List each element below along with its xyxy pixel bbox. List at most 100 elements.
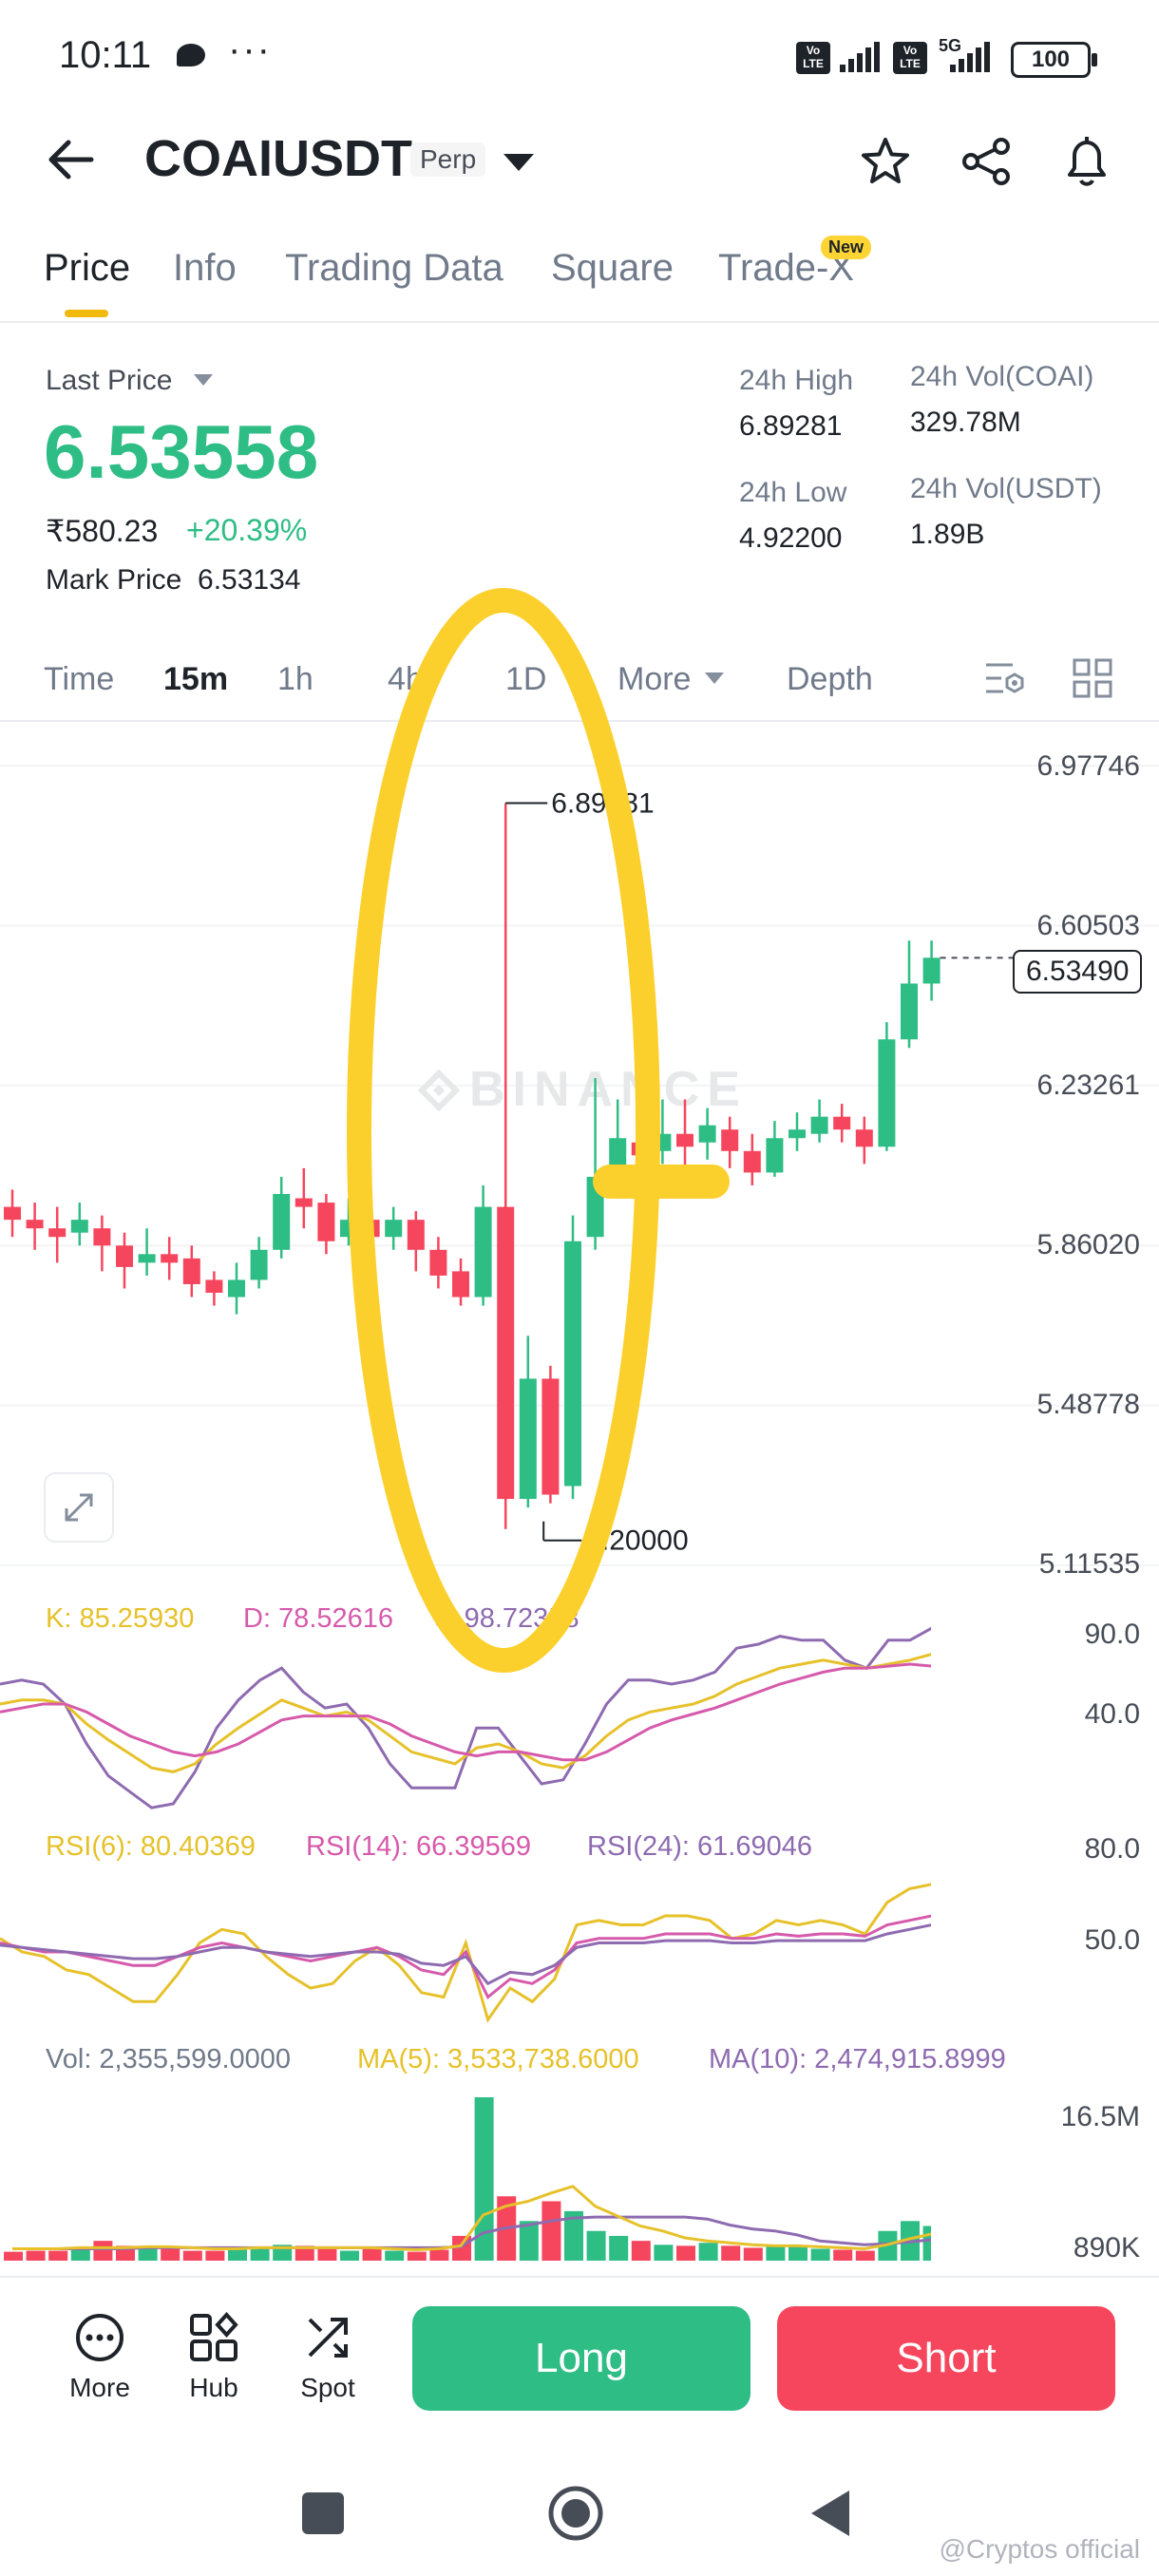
volume-bar [161, 2247, 180, 2261]
more-notifications-icon: ··· [228, 28, 272, 70]
candle-body [294, 1198, 313, 1207]
expand-icon [65, 1493, 93, 1522]
signal-icon [840, 42, 883, 72]
rsi-chart [0, 1883, 931, 2023]
symbol-title[interactable]: COAIUSDT [144, 129, 412, 188]
price-axis-label: 5.86020 [1036, 1229, 1140, 1260]
kdj-axis: 90.0 [1084, 1619, 1140, 1650]
tf-15m[interactable]: 15m [163, 661, 228, 698]
volume-bar [654, 2245, 674, 2261]
tab-square[interactable]: Square [551, 247, 674, 290]
candlestick-chart[interactable]: BINANCE 6.89281 5.20000 [0, 722, 1159, 1596]
active-tab-indicator [65, 310, 108, 317]
last-price-dropdown-icon[interactable] [194, 374, 213, 386]
volume-bar [788, 2246, 808, 2261]
vol-coai-value: 329.78M [910, 407, 1021, 438]
hub-button[interactable] [188, 2312, 239, 2368]
volume-bar [631, 2241, 651, 2261]
kdj-axis: 40.0 [1084, 1698, 1140, 1730]
favorite-button[interactable] [859, 135, 912, 193]
candle-body [609, 1138, 627, 1182]
candle-body [833, 1116, 851, 1130]
volume-bar [810, 2248, 830, 2261]
tf-time[interactable]: Time [44, 661, 114, 698]
candle-body [116, 1245, 133, 1267]
candle-body [855, 1129, 873, 1147]
spot-button[interactable] [302, 2312, 353, 2368]
binance-watermark: BINANCE [417, 1062, 748, 1117]
mark-price-value: 6.53134 [198, 564, 301, 596]
volte-icon: Vo LTE [796, 42, 830, 74]
tab-trading-data[interactable]: Trading Data [285, 247, 504, 290]
hub-label[interactable]: Hub [171, 2373, 256, 2403]
spot-label[interactable]: Spot [285, 2373, 370, 2403]
layout-button[interactable] [1072, 657, 1113, 704]
more-button[interactable] [74, 2312, 125, 2368]
tf-1d[interactable]: 1D [505, 661, 546, 698]
candle-body [385, 1220, 403, 1238]
volume-bar [26, 2250, 46, 2261]
candle-body [182, 1258, 200, 1284]
price-axis-label: 6.60503 [1036, 910, 1140, 941]
symbol-dropdown-icon[interactable] [504, 154, 534, 171]
volume-bar [609, 2235, 629, 2261]
volume-bar [48, 2250, 68, 2261]
volume-bar [4, 2251, 23, 2261]
tf-depth[interactable]: Depth [787, 661, 873, 698]
back-nav-button[interactable] [809, 2489, 851, 2543]
volume-bar [676, 2245, 695, 2261]
last-price-label[interactable]: Last Price [46, 365, 172, 397]
volume-bar [70, 2248, 90, 2261]
current-price-tag: 6.53490 [1013, 950, 1143, 994]
candle-body [452, 1271, 469, 1297]
candle-body [93, 1228, 111, 1246]
vol-usdt-value: 1.89B [910, 519, 985, 550]
volume-bar [93, 2241, 113, 2261]
candle-body [654, 1133, 672, 1151]
candle-body [810, 1116, 828, 1134]
volume-bar [385, 2250, 405, 2261]
volume-bar [250, 2248, 270, 2261]
candle-body [922, 957, 940, 984]
volume-bar [922, 2226, 931, 2261]
alert-button[interactable] [1060, 133, 1113, 195]
candle-body [474, 1206, 492, 1297]
candle-body [340, 1220, 357, 1238]
rsi-axis: 50.0 [1084, 1924, 1140, 1956]
tab-price[interactable]: Price [44, 247, 130, 290]
share-button[interactable] [960, 135, 1013, 193]
back-button[interactable] [46, 139, 95, 185]
chat-notification-icon [177, 44, 205, 66]
fullscreen-button[interactable] [44, 1472, 114, 1543]
long-button[interactable]: Long [412, 2306, 750, 2411]
price-axis-label: 6.97746 [1036, 750, 1140, 782]
tf-more[interactable]: More [618, 661, 691, 698]
price-change-percent: +20.39% [186, 513, 308, 547]
watermark-text: BINANCE [469, 1062, 748, 1117]
back-arrow-icon [48, 140, 94, 180]
candle-body [631, 1142, 649, 1156]
candle-body [564, 1241, 581, 1487]
candle-body [70, 1220, 88, 1233]
star-icon [862, 138, 909, 183]
short-button[interactable]: Short [777, 2306, 1115, 2411]
low-value: 4.92200 [739, 522, 843, 554]
recent-apps-button[interactable] [302, 2492, 344, 2534]
home-button[interactable] [547, 2485, 604, 2547]
indicator-settings-button[interactable] [982, 657, 1028, 704]
new-badge: New [821, 236, 872, 259]
more-label[interactable]: More [57, 2373, 142, 2403]
tab-info[interactable]: Info [173, 247, 237, 290]
volume-bar [833, 2249, 853, 2261]
tf-more-dropdown-icon[interactable] [705, 672, 724, 684]
kdj-chart [0, 1626, 931, 1809]
vol-usdt-label: 24h Vol(USDT) [910, 473, 1102, 504]
candle-body [362, 1220, 380, 1238]
tf-4h[interactable]: 4h [388, 661, 424, 698]
image-watermark: @Cryptos official [939, 2534, 1140, 2564]
tf-1h[interactable]: 1h [277, 661, 314, 698]
candle-body [901, 983, 918, 1040]
candle-body [586, 1176, 604, 1238]
candle-body [766, 1138, 784, 1173]
bell-icon [1068, 137, 1106, 186]
